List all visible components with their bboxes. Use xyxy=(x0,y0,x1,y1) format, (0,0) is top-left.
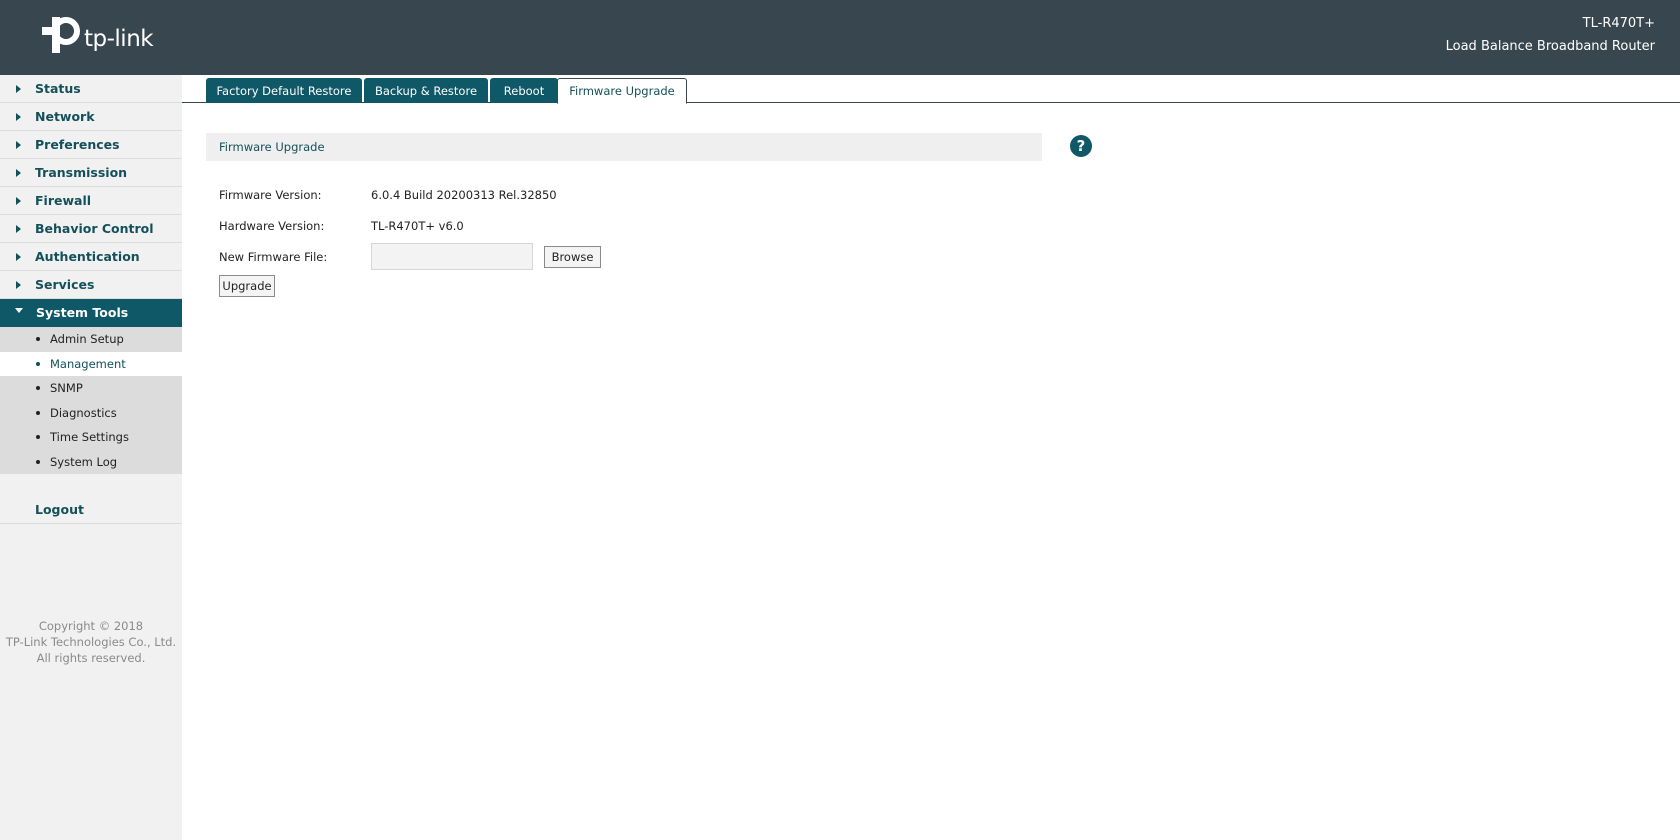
upgrade-button[interactable]: Upgrade xyxy=(219,275,275,297)
sidebar-item-system-tools[interactable]: System Tools xyxy=(0,299,182,327)
sidebar-item-network[interactable]: Network xyxy=(0,103,182,131)
submenu-item-label: Time Settings xyxy=(50,430,129,445)
submenu-item-time-settings[interactable]: Time Settings xyxy=(0,425,182,450)
sidebar-item-behavior-control[interactable]: Behavior Control xyxy=(0,215,182,243)
submenu-item-label: SNMP xyxy=(50,381,83,396)
hardware-version-label: Hardware Version: xyxy=(219,219,325,233)
submenu-item-label: System Log xyxy=(50,454,118,469)
system-tools-submenu: Admin Setup Management SNMP Diagnostics … xyxy=(0,327,182,474)
submenu-item-label: Management xyxy=(50,356,126,371)
bullet-icon xyxy=(36,337,40,342)
firmware-version-value: 6.0.4 Build 20200313 Rel.32850 xyxy=(371,188,557,202)
caret-right-icon xyxy=(16,112,21,121)
brand-name: tp-link xyxy=(84,26,154,52)
caret-right-icon xyxy=(16,168,21,177)
device-description: Load Balance Broadband Router xyxy=(1445,39,1655,54)
tab-factory-default-restore[interactable]: Factory Default Restore xyxy=(206,78,362,103)
sidebar-item-label: Preferences xyxy=(35,137,120,152)
sidebar-item-transmission[interactable]: Transmission xyxy=(0,159,182,187)
submenu-item-management[interactable]: Management xyxy=(0,351,182,376)
sidebar: Status Network Preferences Transmission … xyxy=(0,75,182,840)
firmware-version-label: Firmware Version: xyxy=(219,188,322,202)
tp-link-logo-mark-icon xyxy=(42,17,80,53)
sidebar-item-label: Transmission xyxy=(35,165,128,180)
copyright-line: All rights reserved. xyxy=(36,651,146,665)
copyright-line: Copyright © 2018 xyxy=(38,619,144,633)
tab-firmware-upgrade[interactable]: Firmware Upgrade xyxy=(557,78,687,104)
submenu-item-admin-setup[interactable]: Admin Setup xyxy=(0,327,182,352)
sidebar-item-label: Status xyxy=(35,81,81,96)
caret-right-icon xyxy=(16,224,21,233)
bullet-icon xyxy=(36,361,40,366)
tab-reboot[interactable]: Reboot xyxy=(490,78,558,103)
submenu-item-label: Diagnostics xyxy=(50,405,117,420)
submenu-item-system-log[interactable]: System Log xyxy=(0,450,182,475)
caret-right-icon xyxy=(16,196,21,205)
help-icon[interactable]: ? xyxy=(1070,135,1092,157)
sidebar-item-label: Authentication xyxy=(35,249,140,264)
tp-link-logo: tp-link xyxy=(42,17,154,55)
copyright-text: Copyright © 2018 TP-Link Technologies Co… xyxy=(0,618,182,666)
copyright-line: TP-Link Technologies Co., Ltd. xyxy=(5,635,177,649)
sidebar-item-label: Network xyxy=(35,109,95,124)
submenu-item-snmp[interactable]: SNMP xyxy=(0,376,182,401)
sidebar-item-label: Services xyxy=(35,277,95,292)
hardware-version-value: TL-R470T+ v6.0 xyxy=(371,219,464,233)
tab-backup-restore[interactable]: Backup & Restore xyxy=(364,78,488,103)
bullet-icon xyxy=(36,386,40,391)
panel-title: Firmware Upgrade xyxy=(206,133,1042,161)
browse-button[interactable]: Browse xyxy=(544,246,601,268)
bullet-icon xyxy=(36,435,40,440)
sidebar-item-services[interactable]: Services xyxy=(0,271,182,299)
caret-right-icon xyxy=(16,252,21,261)
caret-down-icon xyxy=(15,307,23,313)
caret-right-icon xyxy=(16,84,21,93)
firmware-file-input[interactable] xyxy=(371,243,533,270)
bullet-icon xyxy=(36,459,40,464)
sidebar-item-label: System Tools xyxy=(36,305,129,320)
sidebar-item-preferences[interactable]: Preferences xyxy=(0,131,182,159)
new-firmware-file-label: New Firmware File: xyxy=(219,250,328,264)
sidebar-item-authentication[interactable]: Authentication xyxy=(0,243,182,271)
sidebar-item-label: Behavior Control xyxy=(35,221,154,236)
submenu-item-label: Admin Setup xyxy=(50,332,124,347)
top-header: tp-link TL-R470T+ Load Balance Broadband… xyxy=(0,0,1680,75)
bullet-icon xyxy=(36,410,40,415)
tab-bar: Factory Default Restore Backup & Restore… xyxy=(182,75,1680,104)
submenu-item-diagnostics[interactable]: Diagnostics xyxy=(0,401,182,426)
sidebar-item-status[interactable]: Status xyxy=(0,75,182,103)
caret-right-icon xyxy=(16,140,21,149)
sidebar-item-firewall[interactable]: Firewall xyxy=(0,187,182,215)
logout-link[interactable]: Logout xyxy=(0,496,182,524)
device-model: TL-R470T+ xyxy=(1582,16,1655,31)
sidebar-item-label: Firewall xyxy=(35,193,92,208)
caret-right-icon xyxy=(16,280,21,289)
